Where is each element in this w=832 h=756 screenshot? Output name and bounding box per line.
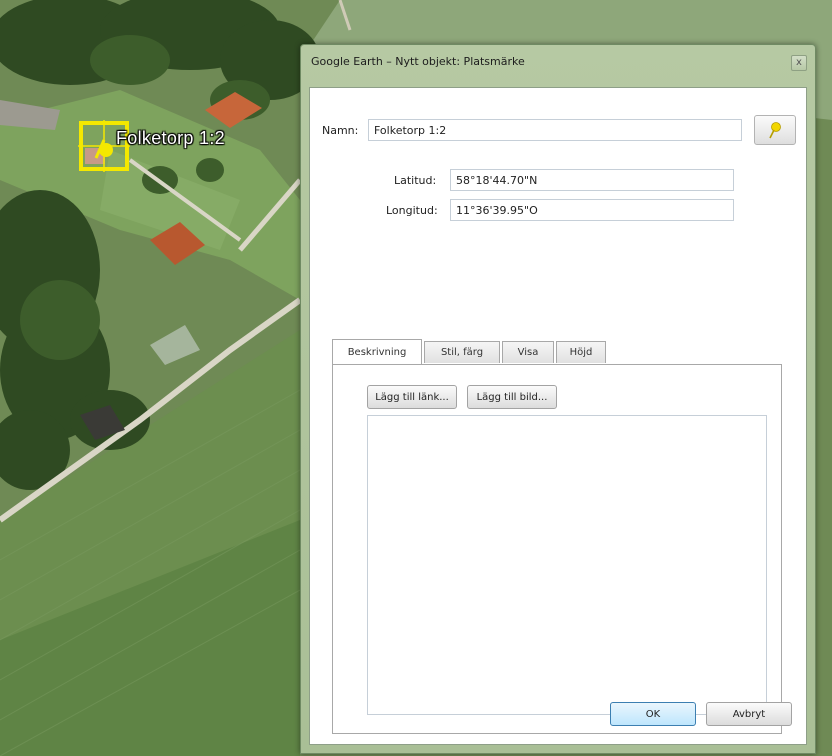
tab-altitude[interactable]: Höjd xyxy=(556,341,606,363)
dialog-titlebar[interactable]: Google Earth – Nytt objekt: Platsmärke x xyxy=(301,45,815,81)
new-placemark-dialog: Google Earth – Nytt objekt: Platsmärke x… xyxy=(300,44,816,754)
name-label: Namn: xyxy=(322,124,359,137)
yellow-pushpin-icon xyxy=(769,122,781,139)
tab-style-color[interactable]: Stil, färg xyxy=(424,341,500,363)
dialog-body: Namn: Folketorp 1:2 Latitud: 58°18'44.70… xyxy=(309,87,807,745)
close-icon: x xyxy=(796,57,802,68)
latitude-field[interactable]: 58°18'44.70"N xyxy=(450,169,734,191)
tab-view[interactable]: Visa xyxy=(502,341,554,363)
close-button[interactable]: x xyxy=(791,55,807,71)
add-link-button[interactable]: Lägg till länk... xyxy=(367,385,457,409)
latitude-label: Latitud: xyxy=(394,174,437,187)
description-panel: Lägg till länk... Lägg till bild... xyxy=(332,364,782,734)
placemark-label: Folketorp 1:2 xyxy=(116,128,225,148)
description-textarea[interactable] xyxy=(367,415,767,715)
add-image-button[interactable]: Lägg till bild... xyxy=(467,385,557,409)
cancel-button[interactable]: Avbryt xyxy=(706,702,792,726)
ok-button[interactable]: OK xyxy=(610,702,696,726)
tab-description[interactable]: Beskrivning xyxy=(332,339,422,364)
longitude-field[interactable]: 11°36'39.95"O xyxy=(450,199,734,221)
longitude-label: Longitud: xyxy=(386,204,438,217)
name-field[interactable]: Folketorp 1:2 xyxy=(368,119,742,141)
placemark-icon-button[interactable] xyxy=(754,115,796,145)
tab-strip: Beskrivning Stil, färg Visa Höjd xyxy=(332,339,782,365)
dialog-title: Google Earth – Nytt objekt: Platsmärke xyxy=(311,55,525,68)
